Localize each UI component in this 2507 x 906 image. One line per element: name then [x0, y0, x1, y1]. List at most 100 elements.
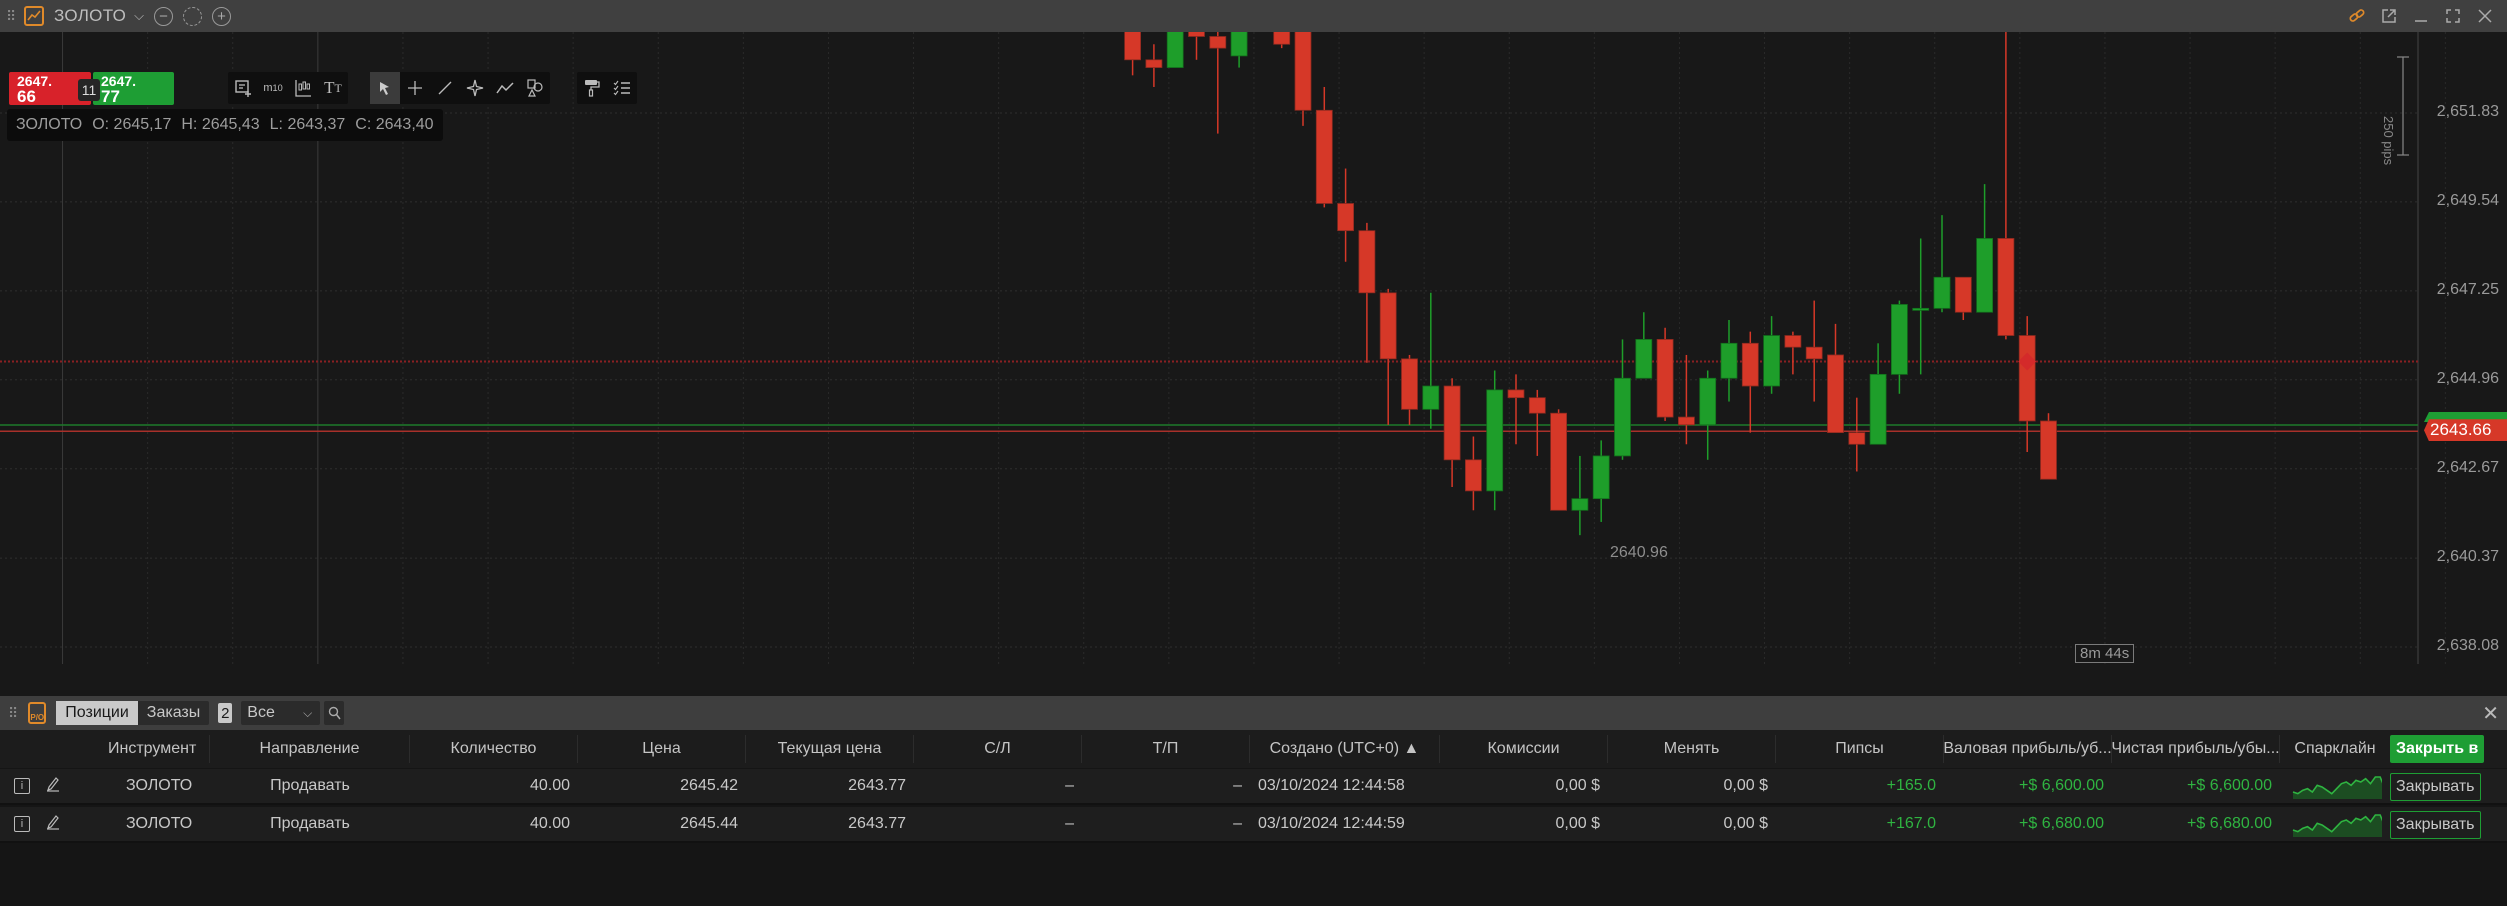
candle-body[interactable] [1443, 385, 1461, 461]
cursor-arrow-icon[interactable] [370, 72, 400, 104]
candle-body[interactable] [1209, 36, 1227, 49]
zoom-in-icon[interactable]: + [212, 6, 231, 26]
header-quantity[interactable]: Количество [410, 735, 578, 763]
candle-body[interactable] [1571, 498, 1589, 511]
candle-body[interactable] [1997, 238, 2015, 336]
timeframe-m10-icon[interactable]: m 10 [258, 72, 288, 104]
header-price[interactable]: Цена [578, 735, 746, 763]
candle-body[interactable] [1805, 346, 1823, 360]
tab-orders[interactable]: Заказы [138, 701, 209, 725]
header-net-pl[interactable]: Чистая прибыль/убы... [2112, 735, 2280, 763]
candle-body[interactable] [1635, 339, 1653, 379]
candle-body[interactable] [1188, 32, 1205, 37]
header-direction[interactable]: Направление [210, 735, 410, 763]
candle-body[interactable] [1891, 304, 1908, 375]
candle-body[interactable] [1933, 276, 1951, 309]
zoom-out-icon[interactable]: − [154, 6, 173, 26]
edit-icon[interactable] [46, 814, 60, 835]
candle-body[interactable] [2018, 335, 2036, 422]
tab-positions[interactable]: Позиции [56, 701, 138, 725]
header-created[interactable]: Создано (UTC+0) ▲ [1250, 735, 1440, 763]
checklist-icon[interactable] [607, 72, 637, 104]
candle-body[interactable] [1337, 203, 1354, 232]
header-stop-loss[interactable]: С/Л [914, 735, 1082, 763]
candle-body[interactable] [1656, 339, 1674, 418]
candle-body[interactable] [1954, 276, 1972, 313]
cell-take-profit[interactable]: – [1082, 807, 1250, 841]
header-take-profit[interactable]: Т/П [1082, 735, 1250, 763]
header-instrument[interactable]: Инструмент [100, 735, 210, 763]
candle-body[interactable] [1614, 377, 1631, 457]
close-all-button[interactable]: Закрыть в [2390, 735, 2485, 763]
close-position-button[interactable]: Закрывать [2390, 811, 2481, 839]
shapes-tool-icon[interactable] [520, 72, 550, 104]
crosshair-icon[interactable] [183, 6, 202, 26]
header-current-price[interactable]: Текущая цена [746, 735, 914, 763]
candle-body[interactable] [1230, 32, 1248, 57]
candle-body[interactable] [1465, 459, 1482, 492]
candle-body[interactable] [1124, 32, 1141, 61]
candle-body[interactable] [1720, 342, 1738, 379]
candle-body[interactable] [1848, 432, 1866, 445]
candle-body[interactable] [1528, 397, 1546, 414]
info-icon[interactable]: i [14, 816, 30, 832]
info-icon[interactable]: i [14, 778, 30, 794]
candle-body[interactable] [1912, 307, 1930, 311]
grip-icon[interactable]: ⠿ [8, 705, 18, 722]
filter-select[interactable]: Все ⌵ [241, 701, 321, 725]
candle-body[interactable] [1592, 455, 1610, 500]
star-tool-icon[interactable] [460, 72, 490, 104]
candle-body[interactable] [1379, 292, 1397, 360]
candle-body[interactable] [1422, 385, 1440, 410]
buy-price-button[interactable]: 2647. 77 [93, 72, 174, 105]
candle-body[interactable] [1486, 389, 1504, 492]
maximize-icon[interactable] [2437, 0, 2469, 32]
crosshair-tool-icon[interactable] [400, 72, 430, 104]
close-position-button[interactable]: Закрывать [2390, 773, 2481, 801]
paint-roller-icon[interactable] [577, 72, 607, 104]
header-gross-pl[interactable]: Валовая прибыль/уб... [1944, 735, 2112, 763]
add-indicator-icon[interactable] [228, 72, 258, 104]
chart-type-candles-icon[interactable] [288, 72, 318, 104]
cell-take-profit[interactable]: – [1082, 769, 1250, 803]
candle-body[interactable] [1145, 59, 1163, 68]
candle-body[interactable] [1294, 32, 1312, 111]
table-row[interactable]: i ЗОЛОТО Продавать 40.00 2645.42 2643.77… [0, 769, 2507, 805]
candle-body[interactable] [1358, 230, 1376, 294]
candle-body[interactable] [1763, 335, 1780, 387]
close-icon[interactable]: ✕ [2482, 701, 2499, 726]
candle-body[interactable] [1784, 335, 1802, 348]
candle-body[interactable] [1166, 32, 1184, 68]
candle-body[interactable] [1869, 373, 1887, 445]
line-tool-icon[interactable] [430, 72, 460, 104]
cell-stop-loss[interactable]: – [914, 769, 1082, 803]
candle-body[interactable] [1401, 358, 1418, 410]
chevron-down-icon[interactable]: ⌵ [134, 8, 144, 24]
candle-body[interactable] [1976, 238, 1993, 313]
popout-icon[interactable] [2373, 0, 2405, 32]
candle-body[interactable] [1678, 416, 1695, 426]
polyline-tool-icon[interactable] [490, 72, 520, 104]
candle-body[interactable] [1699, 377, 1717, 426]
candle-body[interactable] [2040, 420, 2057, 480]
candle-body[interactable] [1550, 412, 1567, 511]
header-commission[interactable]: Комиссии [1440, 735, 1608, 763]
link-icon[interactable] [2341, 0, 2373, 32]
edit-icon[interactable] [46, 776, 60, 797]
text-size-icon[interactable]: TT [318, 72, 348, 104]
candle-body[interactable] [1827, 354, 1844, 434]
candle-body[interactable] [1507, 389, 1525, 399]
minimize-icon[interactable] [2405, 0, 2437, 32]
search-icon[interactable] [324, 701, 345, 725]
header-swap[interactable]: Менять [1608, 735, 1776, 763]
candle-body[interactable] [1315, 109, 1333, 204]
chart-area[interactable]: 2647. 66 11 2647. 77 ЗОЛОТО O: 2645,17 H… [0, 32, 2507, 724]
candle-body[interactable] [1741, 342, 1759, 387]
cell-stop-loss[interactable]: – [914, 807, 1082, 841]
candle-body[interactable] [1273, 32, 1291, 45]
grip-icon[interactable]: ⠿ [6, 8, 20, 25]
header-pips[interactable]: Пипсы [1776, 735, 1944, 763]
close-icon[interactable] [2469, 0, 2501, 32]
table-row[interactable]: i ЗОЛОТО Продавать 40.00 2645.44 2643.77… [0, 807, 2507, 843]
window-title[interactable]: ЗОЛОТО [54, 6, 126, 26]
